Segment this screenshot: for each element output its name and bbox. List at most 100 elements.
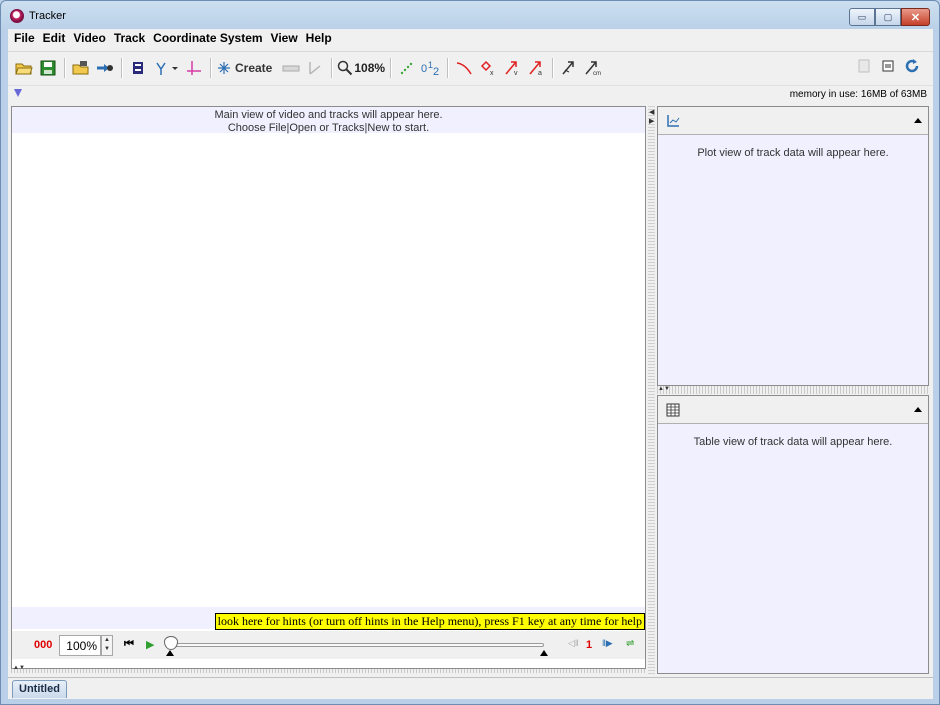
svg-text:0: 0 [421, 63, 427, 75]
menu-edit[interactable]: Edit [40, 29, 71, 47]
x-button[interactable]: x [477, 57, 499, 79]
menu-help[interactable]: Help [303, 29, 337, 47]
menu-bar: File Edit Video Track Coordinate System … [8, 29, 933, 47]
create-label: Create [235, 60, 273, 75]
frame-number[interactable]: 000 [34, 639, 52, 651]
tracker-app-icon [10, 9, 24, 23]
svg-text:a: a [538, 70, 542, 76]
client-area: File Edit Video Track Coordinate System … [8, 29, 933, 699]
tape-icon [282, 65, 300, 71]
toolbar-separator [331, 57, 333, 78]
side-panel-splitter[interactable] [657, 386, 929, 394]
acceleration-button[interactable]: a [525, 57, 547, 79]
save-icon [40, 60, 56, 75]
hint-bar: look here for hints (or turn off hints i… [12, 607, 645, 630]
mass-button[interactable] [558, 57, 580, 79]
minimize-button[interactable]: ▭ [849, 8, 875, 26]
main-view-message: Main view of video and tracks will appea… [12, 107, 645, 134]
title-bar[interactable]: Tracker ▭ ▢ ✕ [1, 1, 939, 29]
refresh-button[interactable] [901, 55, 923, 77]
create-track-button[interactable]: Create [216, 57, 278, 79]
vertical-splitter[interactable] [648, 106, 655, 674]
vertical-splitter-arrows-icon[interactable]: ◀ ▶ [649, 108, 654, 126]
calibration-button[interactable] [151, 57, 181, 79]
center-of-mass-button[interactable]: cm [582, 57, 604, 79]
axes-icon [187, 60, 201, 75]
main-video-view[interactable]: Main view of video and tracks will appea… [11, 106, 646, 669]
tab-untitled[interactable]: Untitled [12, 680, 67, 698]
table-collapse-icon[interactable] [914, 407, 922, 412]
notes-icon [858, 59, 870, 73]
save-button[interactable] [37, 57, 59, 79]
toolbar-separator [210, 57, 211, 78]
video-player-bar: 000 100% ▲ ▼ ⏮ ▶ ◁‖ 1 ‖▶ ⇌ [12, 631, 645, 659]
table-panel: Table view of track data will appear her… [657, 395, 929, 674]
plot-icon[interactable] [666, 114, 680, 128]
frame-slider-thumb[interactable] [164, 636, 178, 650]
plot-panel: Plot view of track data will appear here… [657, 106, 929, 386]
menu-file[interactable]: File [11, 29, 40, 47]
table-panel-header [658, 396, 928, 424]
import-button[interactable] [94, 57, 116, 79]
svg-text:cm: cm [593, 71, 601, 76]
track-control-dropdown-icon[interactable] [14, 89, 22, 97]
step-size[interactable]: 1 [586, 639, 592, 651]
trails-icon [400, 62, 413, 74]
side-splitter-arrows-icon[interactable]: ▲▼ [658, 386, 670, 392]
minimize-icon: ▭ [857, 11, 867, 22]
close-button[interactable]: ✕ [901, 8, 930, 26]
notes-button[interactable] [853, 55, 875, 77]
main-view-splitter[interactable] [11, 669, 646, 673]
end-frame-marker[interactable] [540, 650, 548, 656]
svg-text:x: x [490, 70, 494, 76]
create-track-icon [218, 61, 230, 74]
protractor-button[interactable] [304, 57, 326, 79]
svg-text:v: v [514, 70, 518, 76]
plot-collapse-icon[interactable] [914, 118, 922, 123]
center-of-mass-icon: cm [585, 60, 601, 76]
app-window: Tracker ▭ ▢ ✕ File Edit Video Track Coor… [0, 0, 940, 705]
step-forward-icon[interactable]: ‖▶ [602, 638, 613, 649]
clip-settings-button[interactable] [127, 57, 149, 79]
mass-icon [562, 60, 574, 74]
play-icon[interactable]: ▶ [146, 638, 154, 651]
window-controls: ▭ ▢ ✕ [849, 8, 930, 26]
position-button[interactable] [453, 57, 475, 79]
toolbar-separator [447, 57, 449, 78]
tape-button[interactable] [280, 57, 302, 79]
menu-video[interactable]: Video [70, 29, 110, 47]
splitter-arrows-icon[interactable]: ▲▼ [13, 665, 25, 671]
velocity-button[interactable]: v [501, 57, 523, 79]
toolbar-separator [390, 57, 392, 78]
plot-panel-header [658, 107, 928, 135]
trails-button[interactable] [396, 57, 418, 79]
axes-button[interactable] [183, 57, 205, 79]
velocity-icon: v [505, 60, 518, 76]
maximize-button[interactable]: ▢ [875, 8, 901, 26]
open-video-button[interactable] [70, 57, 92, 79]
open-folder-icon [15, 63, 33, 74]
step-back-icon[interactable]: ◁‖ [568, 638, 579, 649]
rate-spinner[interactable]: ▲ ▼ [101, 635, 113, 656]
zoom-button[interactable]: 108% [337, 57, 385, 79]
properties-button[interactable] [877, 55, 899, 77]
memory-usage[interactable]: memory in use: 16MB of 63MB [790, 89, 927, 100]
menu-coordinate-system[interactable]: Coordinate System [150, 29, 267, 47]
refresh-icon [905, 59, 919, 73]
labels-button[interactable]: 012 [420, 57, 442, 79]
open-button[interactable] [13, 57, 35, 79]
protractor-icon [309, 61, 321, 75]
labels-icon: 0 12 [421, 60, 439, 76]
info-strip: memory in use: 16MB of 63MB [8, 85, 933, 102]
clip-settings-player-icon[interactable]: ⇌ [626, 638, 634, 649]
table-icon[interactable] [666, 403, 680, 417]
go-to-start-icon[interactable]: ⏮ [124, 638, 134, 651]
table-panel-message: Table view of track data will appear her… [693, 436, 893, 448]
toolbar-separator [64, 57, 65, 78]
playback-rate-field[interactable]: 100% [59, 635, 101, 656]
frame-slider-track[interactable] [172, 643, 544, 647]
menu-view[interactable]: View [268, 29, 303, 47]
start-frame-marker[interactable] [166, 650, 174, 656]
menu-track[interactable]: Track [111, 29, 150, 47]
close-icon: ✕ [910, 11, 921, 24]
